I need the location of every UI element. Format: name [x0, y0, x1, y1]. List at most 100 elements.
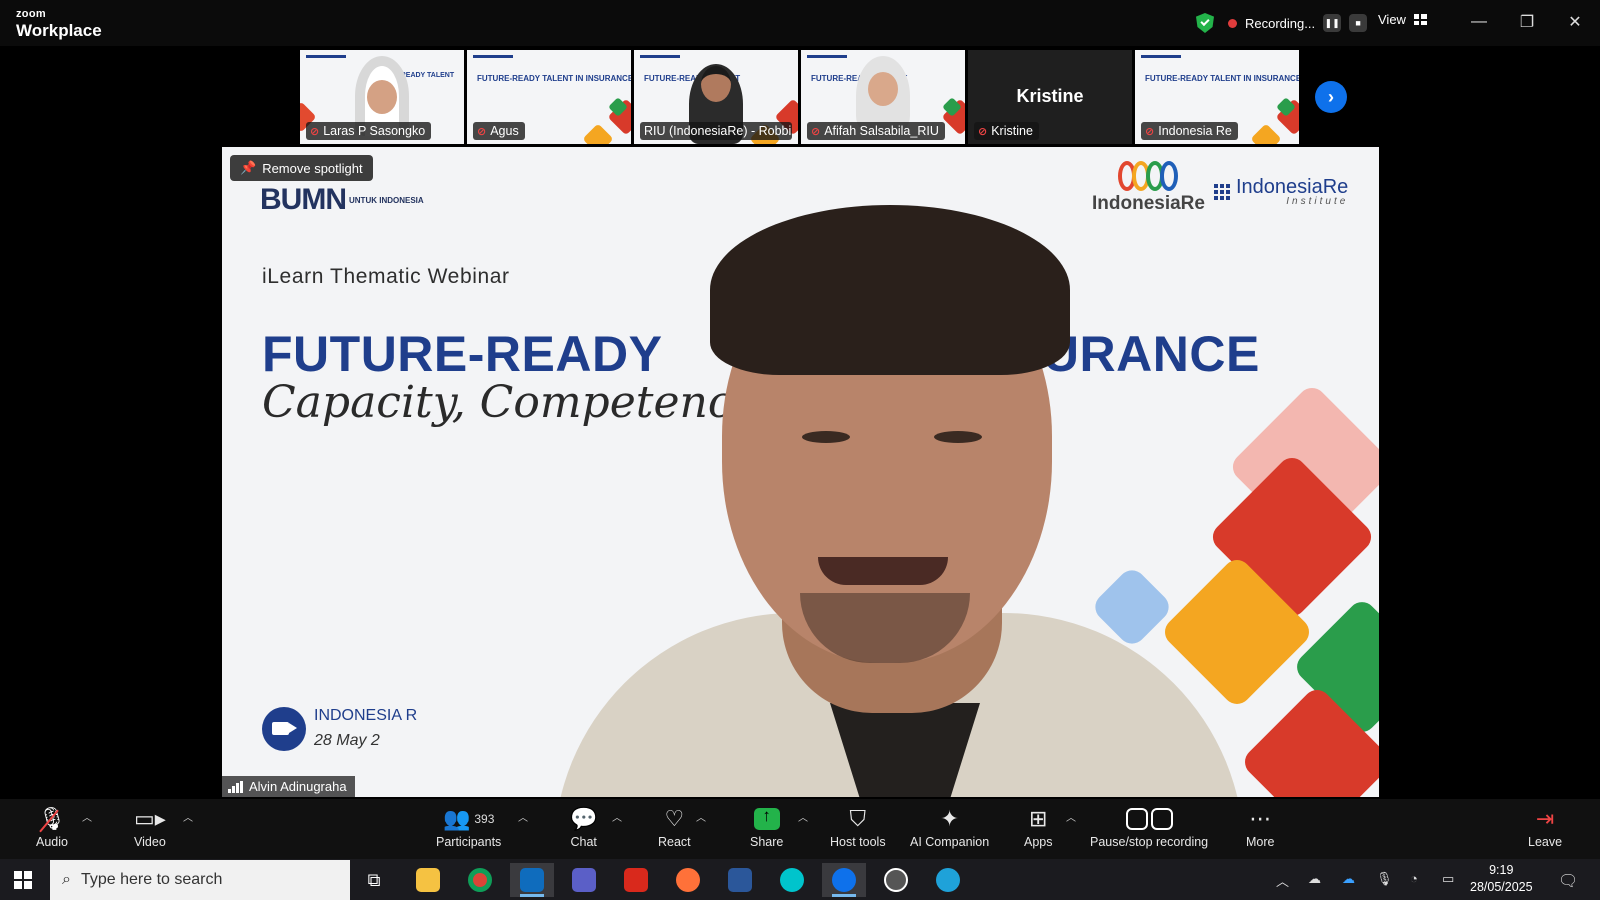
system-clock[interactable]: 9:19 28/05/2025: [1470, 862, 1533, 896]
ai-companion-label: AI Companion: [910, 835, 990, 849]
media-player-icon[interactable]: [874, 863, 918, 897]
react-button[interactable]: ♡ React: [658, 803, 691, 849]
bumn-logo: BUMN UNTUK INDONESIA: [260, 183, 424, 217]
microphone-icon[interactable]: 🎙: [1376, 871, 1393, 887]
participant-tile[interactable]: FUTURE-READY TALENT RIU (IndonesiaRe) - …: [634, 50, 798, 144]
slide-mini-title: FUTURE-READY TALENT IN INSURANCE: [1145, 74, 1299, 83]
recording-label: Recording...: [1245, 15, 1316, 31]
close-button[interactable]: ✕: [1560, 8, 1590, 36]
leave-button[interactable]: ⇥ Leave: [1528, 803, 1562, 849]
edge-icon[interactable]: [926, 863, 970, 897]
view-label: View: [1378, 12, 1406, 27]
view-button[interactable]: View: [1378, 12, 1427, 27]
teams-icon[interactable]: [562, 863, 606, 897]
event-date: 28 May 2: [314, 732, 380, 749]
speaker-video: [554, 183, 1244, 797]
video-label: Video: [134, 835, 166, 849]
participant-tile[interactable]: Kristine ⊘ Kristine: [968, 50, 1132, 144]
wifi-icon[interactable]: ◔: [1410, 871, 1418, 886]
share-options-caret[interactable]: ︿: [798, 809, 808, 824]
video-options-caret[interactable]: ︿: [183, 809, 193, 824]
word-icon[interactable]: [718, 863, 762, 897]
notifications-icon[interactable]: 🗨: [1558, 871, 1578, 891]
speaker-nametag: Alvin Adinugraha: [222, 776, 355, 797]
more-button[interactable]: ⋯ More: [1246, 803, 1274, 849]
search-icon: ⌕: [62, 871, 71, 888]
participant-tile[interactable]: FUTURE-READY TALENT ⊘ Laras P Sasongko: [300, 50, 464, 144]
participant-name: Afifah Salsabila_RIU: [824, 124, 939, 138]
remove-spotlight-label: Remove spotlight: [262, 160, 363, 176]
zoom-app-icon[interactable]: [822, 863, 866, 897]
acrobat-icon[interactable]: [614, 863, 658, 897]
participants-icon: 👥: [442, 806, 471, 831]
file-explorer-icon[interactable]: [406, 863, 450, 897]
participant-nametag: ⊘ Kristine: [974, 122, 1039, 140]
pause-stop-recording-button[interactable]: Pause/stop recording: [1090, 803, 1208, 849]
restore-button[interactable]: ❐: [1512, 8, 1542, 36]
participants-options-caret[interactable]: ︿: [518, 809, 528, 824]
firefox-icon[interactable]: [666, 863, 710, 897]
cloud-icon[interactable]: ☁: [1308, 871, 1321, 887]
more-dots-icon: ⋯: [1249, 806, 1272, 831]
brand-small: zoom: [16, 8, 46, 20]
speaker-name: Alvin Adinugraha: [249, 779, 347, 794]
participant-nametag: ⊘ Afifah Salsabila_RIU: [807, 122, 945, 140]
participants-button[interactable]: 👥 393 Participants: [436, 803, 501, 849]
pause-recording-button[interactable]: ❚❚: [1323, 14, 1342, 32]
chrome-icon[interactable]: [458, 863, 502, 897]
windows-start-icon[interactable]: [14, 871, 32, 889]
main-video[interactable]: 📌 Remove spotlight BUMN UNTUK INDONESIA I…: [222, 147, 1379, 797]
tray-chevron-icon[interactable]: ︿: [1276, 871, 1289, 890]
event-name: INDONESIA R: [314, 707, 418, 724]
onedrive-icon[interactable]: ☁: [1342, 871, 1355, 887]
grid-view-icon: [1413, 14, 1427, 25]
apps-label: Apps: [1024, 835, 1053, 849]
participant-big-name: Kristine: [1016, 86, 1084, 106]
muted-mic-icon: ⊘: [811, 125, 821, 138]
share-screen-icon: [753, 806, 780, 830]
clock-date: 28/05/2025: [1470, 880, 1533, 894]
stop-recording-button[interactable]: ■: [1349, 14, 1368, 32]
display-icon[interactable]: ▭: [1442, 871, 1454, 887]
search-placeholder: Type here to search: [80, 871, 223, 888]
restore-icon: ❐: [1519, 14, 1535, 31]
participant-tile[interactable]: FUTURE-READY TALENT ⊘ Afifah Salsabila_R…: [801, 50, 965, 144]
encryption-shield-icon[interactable]: [1196, 13, 1214, 33]
slide-kicker: iLearn Thematic Webinar: [262, 265, 510, 288]
taskbar-search[interactable]: ⌕ Type here to search: [50, 860, 350, 900]
outlook-icon[interactable]: [510, 863, 554, 897]
bumn-logo-text: BUMN: [260, 183, 347, 216]
indonesiare-institute-logo: IndonesiaRe Institute: [1214, 177, 1348, 207]
zoom-camera-icon: [262, 707, 306, 751]
host-tools-label: Host tools: [830, 835, 886, 849]
apps-button[interactable]: ⊞ Apps: [1024, 803, 1053, 849]
react-options-caret[interactable]: ︿: [696, 809, 706, 824]
apps-options-caret[interactable]: ︿: [1066, 809, 1076, 824]
host-tools-button[interactable]: ⛉ Host tools: [830, 803, 886, 849]
share-label: Share: [750, 835, 784, 849]
more-label: More: [1246, 835, 1275, 849]
share-button[interactable]: Share: [750, 803, 783, 849]
bumn-logo-sub: UNTUK INDONESIA: [349, 196, 424, 206]
task-view-icon[interactable]: ⧉: [352, 863, 396, 897]
slide-decoration: [1250, 123, 1282, 144]
participant-tile[interactable]: FUTURE-READY TALENT IN INSURANCE ⊘ Indon…: [1135, 50, 1299, 144]
participant-name: Laras P Sasongko: [323, 124, 426, 138]
remove-spotlight-button[interactable]: 📌 Remove spotlight: [230, 155, 373, 181]
chat-options-caret[interactable]: ︿: [612, 809, 622, 824]
ai-companion-button[interactable]: ✦ AI Companion: [910, 803, 989, 849]
participant-tile[interactable]: FUTURE-READY TALENT IN INSURANCE ⊘ Agus: [467, 50, 631, 144]
video-button[interactable]: ▭▸ Video: [134, 803, 166, 849]
participant-name: Indonesia Re: [1158, 124, 1232, 138]
next-page-button[interactable]: ›: [1315, 81, 1347, 113]
institute-logo-text: IndonesiaRe: [1236, 176, 1349, 198]
minimize-button[interactable]: —: [1464, 8, 1494, 36]
speaker-mouth: [818, 557, 948, 585]
canva-icon[interactable]: [770, 863, 814, 897]
mic-off-icon: 🎙: [38, 806, 66, 831]
apps-icon: ⊞: [1029, 806, 1048, 831]
audio-options-caret[interactable]: ︿: [82, 809, 92, 824]
recording-dot-icon: [1228, 18, 1237, 28]
chat-button[interactable]: 💬 Chat: [570, 803, 597, 849]
audio-button[interactable]: 🎙 Audio: [36, 803, 68, 849]
